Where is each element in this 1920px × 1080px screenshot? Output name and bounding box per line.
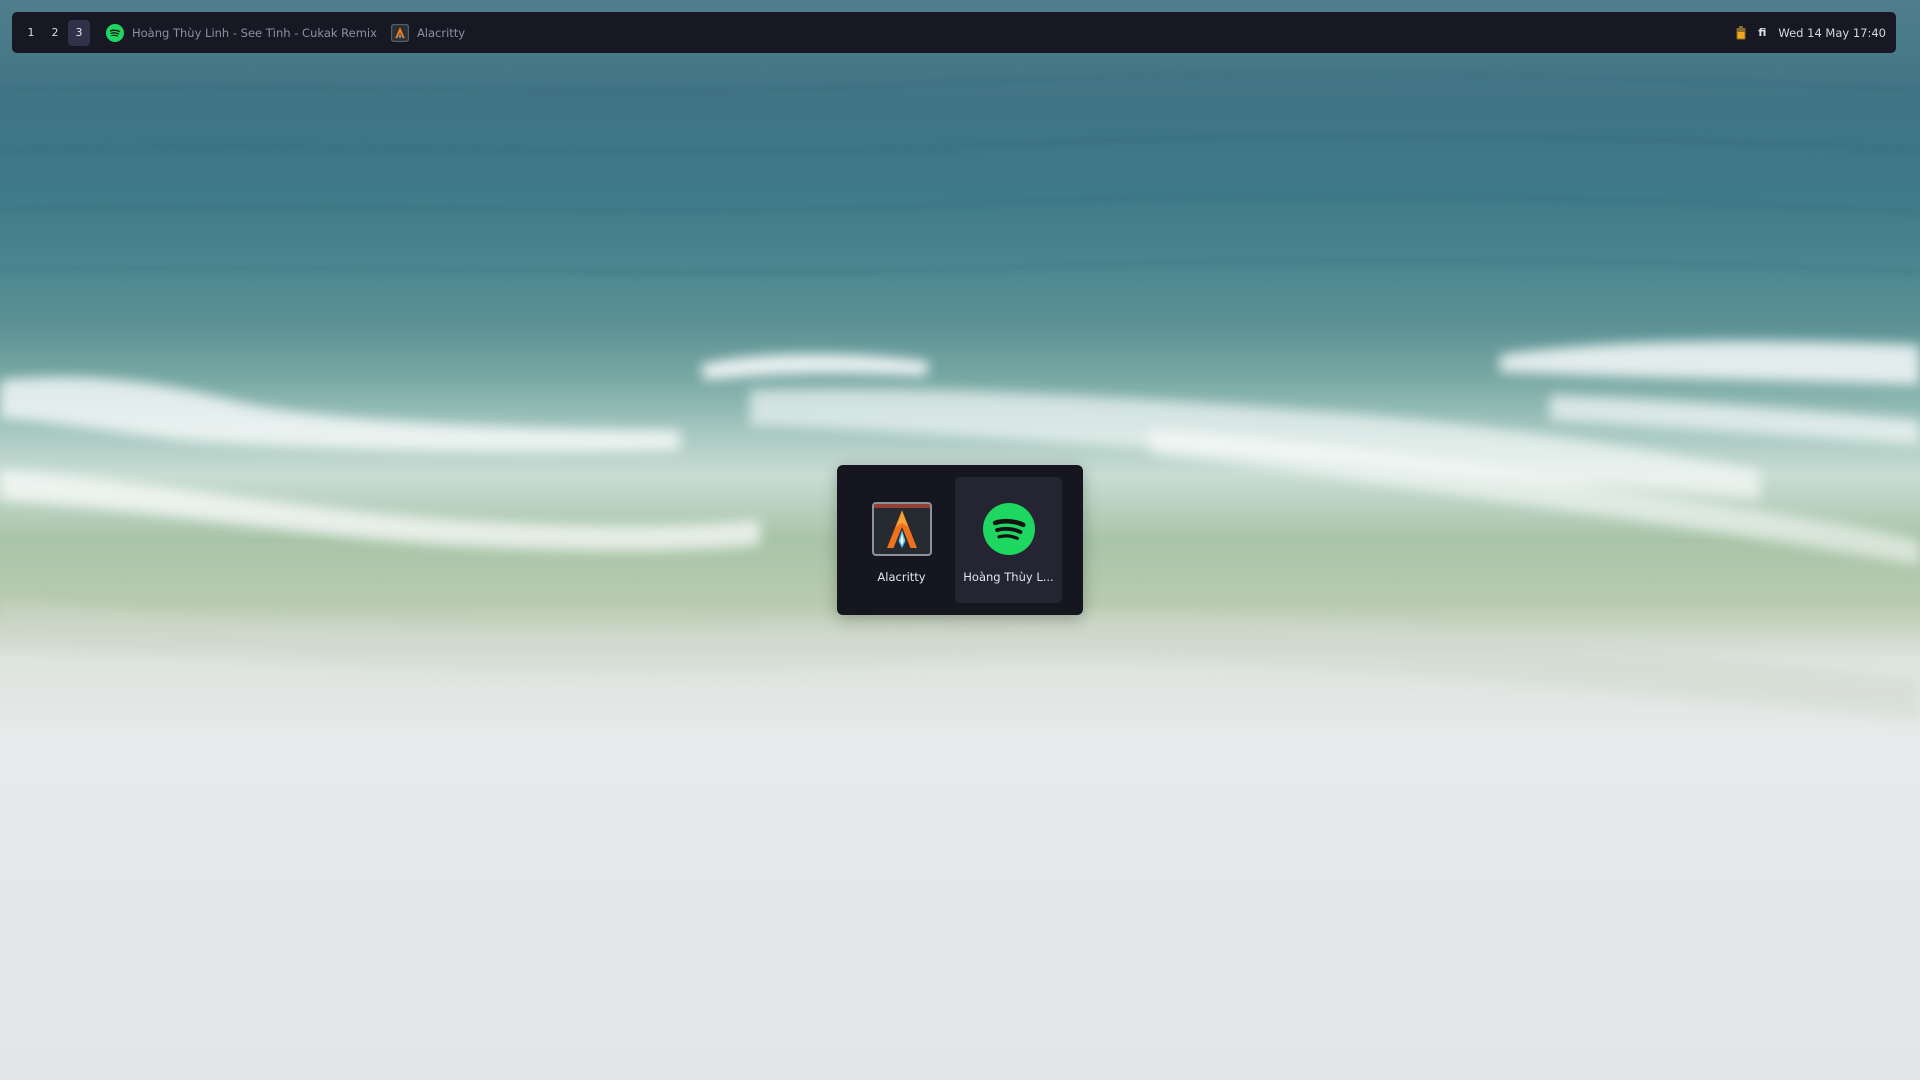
battery-icon[interactable] <box>1736 25 1746 40</box>
alacritty-icon <box>871 501 932 557</box>
workspace-2-button[interactable]: 2 <box>44 20 66 46</box>
clock[interactable]: Wed 14 May 17:40 <box>1778 26 1886 40</box>
switcher-item-label: Hoàng Thùy L... <box>963 570 1054 584</box>
switcher-item-alacritty[interactable]: Alacritty <box>848 477 955 603</box>
taskbar-item-spotify[interactable]: Hoàng Thùy Linh - See Tình - Cukak Remix <box>106 23 377 42</box>
switcher-item-label: Alacritty <box>877 570 926 584</box>
spotify-icon <box>979 501 1039 557</box>
alacritty-icon <box>391 23 409 42</box>
desktop: 1 2 3 Hoàng Thùy Linh - See Tình - Cukak… <box>0 0 1920 1080</box>
spotify-icon <box>106 23 124 42</box>
taskbar-item-label: Hoàng Thùy Linh - See Tình - Cukak Remix <box>132 25 377 40</box>
keyboard-layout-indicator[interactable]: fi <box>1758 26 1766 39</box>
taskbar-item-alacritty[interactable]: Alacritty <box>391 23 466 42</box>
workspace-3-button[interactable]: 3 <box>68 19 90 46</box>
window-switcher: Alacritty Hoàng Thùy L... <box>837 465 1083 615</box>
taskbar-item-label: Alacritty <box>416 25 466 40</box>
top-panel: 1 2 3 Hoàng Thùy Linh - See Tình - Cukak… <box>12 12 1896 53</box>
workspace-1-button[interactable]: 1 <box>20 20 42 46</box>
switcher-item-spotify[interactable]: Hoàng Thùy L... <box>955 477 1062 603</box>
